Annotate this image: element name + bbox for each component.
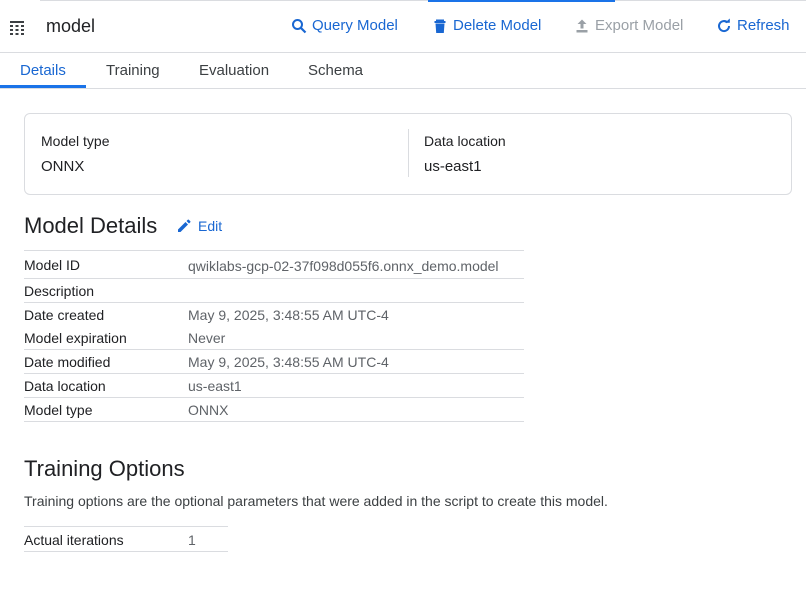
page-title: model xyxy=(46,16,96,36)
summary-card: Model type ONNX Data location us-east1 xyxy=(24,113,792,195)
row-value: 1 xyxy=(188,532,196,548)
trash-icon xyxy=(434,19,446,33)
row-value: Never xyxy=(188,330,226,346)
pencil-icon xyxy=(178,219,191,232)
model-type-value: ONNX xyxy=(41,158,85,175)
refresh-icon xyxy=(718,18,731,32)
row-key: Date modified xyxy=(24,354,111,370)
edit-label: Edit xyxy=(198,218,223,234)
model-details-table: Model ID qwiklabs-gcp-02-37f098d055f6.on… xyxy=(24,250,524,422)
row-key: Model ID xyxy=(24,257,81,273)
query-model-button[interactable]: Query Model xyxy=(291,17,398,34)
search-icon xyxy=(292,18,307,33)
row-value: qwiklabs-gcp-02-37f098d055f6.onnx_demo.m… xyxy=(188,258,499,274)
row-value: May 9, 2025, 3:48:55 AM UTC-4 xyxy=(188,354,389,370)
tab-bar: Details Training Evaluation Schema xyxy=(0,53,806,89)
edit-button[interactable]: Edit xyxy=(176,218,222,234)
table-row: Model type ONNX xyxy=(24,398,524,422)
table-row: Data location us-east1 xyxy=(24,374,524,398)
row-key: Model expiration xyxy=(24,330,127,346)
query-model-label: Query Model xyxy=(312,17,398,34)
row-value: us-east1 xyxy=(188,378,242,394)
tab-training[interactable]: Training xyxy=(106,62,160,79)
model-details-title: Model Details xyxy=(24,213,158,238)
row-key: Data location xyxy=(24,378,106,394)
upload-icon xyxy=(576,19,588,32)
row-value: ONNX xyxy=(188,402,229,418)
delete-model-label: Delete Model xyxy=(453,17,542,34)
card-divider xyxy=(408,129,409,177)
delete-model-button[interactable]: Delete Model xyxy=(432,17,541,34)
tab-schema[interactable]: Schema xyxy=(308,62,363,79)
refresh-button[interactable]: Refresh xyxy=(716,17,790,34)
data-location-label: Data location xyxy=(424,133,506,149)
table-row: Date created May 9, 2025, 3:48:55 AM UTC… xyxy=(24,303,524,326)
table-row: Description xyxy=(24,279,524,303)
training-options-title: Training Options xyxy=(24,456,185,481)
table-row: Model ID qwiklabs-gcp-02-37f098d055f6.on… xyxy=(24,251,524,279)
export-model-label: Export Model xyxy=(595,17,684,34)
top-border-line xyxy=(40,0,806,1)
row-key: Model type xyxy=(24,402,93,418)
row-value: May 9, 2025, 3:48:55 AM UTC-4 xyxy=(188,307,389,323)
row-key: Actual iterations xyxy=(24,532,124,548)
data-location-value: us-east1 xyxy=(424,158,482,175)
row-key: Date created xyxy=(24,307,105,323)
training-options-description: Training options are the optional parame… xyxy=(24,493,608,509)
row-key: Description xyxy=(24,283,95,299)
loading-indicator xyxy=(428,0,615,2)
active-tab-indicator xyxy=(0,85,86,88)
model-type-label: Model type xyxy=(41,133,110,149)
model-header: model Query Model Delete Model Export Mo… xyxy=(0,3,806,53)
refresh-label: Refresh xyxy=(737,17,790,34)
export-model-button[interactable]: Export Model xyxy=(574,17,683,34)
table-row: Date modified May 9, 2025, 3:48:55 AM UT… xyxy=(24,350,524,374)
table-row: Model expiration Never xyxy=(24,326,524,350)
model-grid-icon xyxy=(10,21,24,35)
tab-details[interactable]: Details xyxy=(20,62,66,79)
training-options-table: Actual iterations 1 xyxy=(24,526,228,552)
tab-evaluation[interactable]: Evaluation xyxy=(199,62,269,79)
